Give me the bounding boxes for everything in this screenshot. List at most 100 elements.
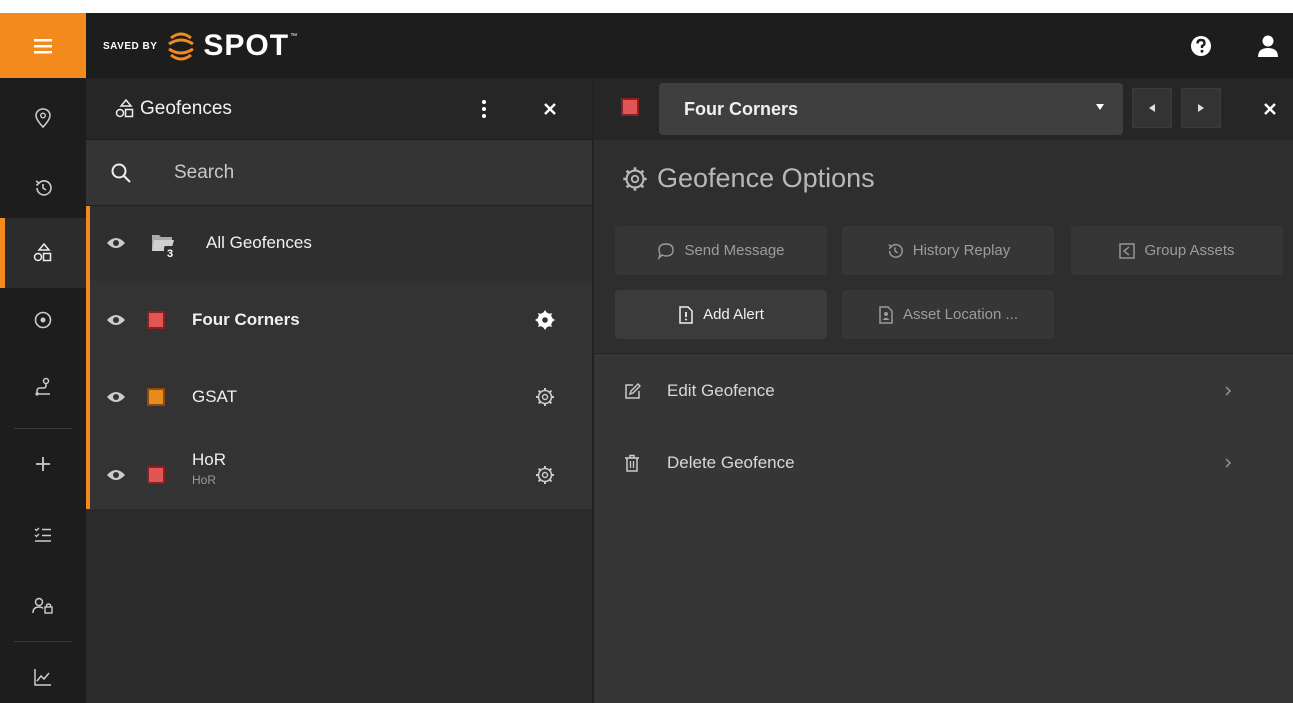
geofence-subtitle: HoR — [192, 473, 217, 487]
search-row — [86, 140, 592, 206]
geofence-shapes-icon — [33, 243, 52, 262]
button-label: History Replay — [912, 242, 1011, 259]
geofence-name: HoR — [192, 450, 227, 469]
folder-icon — [152, 235, 178, 260]
panel-title: Geofences — [115, 78, 232, 140]
options-title: Geofence Options — [622, 163, 875, 194]
group-assets-button[interactable]: Group Assets — [1071, 226, 1283, 275]
selected-color-swatch — [621, 98, 639, 116]
options-title-text: Geofence Options — [657, 163, 875, 193]
detail-header: Four Corners — [594, 78, 1293, 140]
checklist-icon — [34, 527, 51, 542]
more-options-button[interactable] — [466, 78, 502, 140]
route-icon — [35, 377, 50, 396]
rail-item-checklist[interactable] — [0, 500, 86, 570]
selection-accent — [86, 435, 90, 509]
chat-bubble-icon — [658, 242, 675, 260]
add-alert-button[interactable]: Add Alert — [615, 290, 827, 339]
rail-item-reports[interactable] — [0, 642, 86, 703]
history-replay-button[interactable]: History Replay — [842, 226, 1054, 275]
geofences-panel: Geofences Search 3 All Geofences Four Co… — [86, 78, 592, 703]
list-item-all-geofences[interactable]: 3 All Geofences — [86, 206, 592, 281]
top-bar: SAVED BY SPOT ™ — [0, 13, 1293, 78]
close-icon — [1264, 103, 1276, 115]
search-input[interactable] — [174, 154, 564, 192]
geofence-select-value: Four Corners — [684, 98, 799, 119]
selection-accent — [86, 359, 90, 435]
gear-icon[interactable] — [535, 465, 555, 485]
chart-icon — [34, 669, 51, 686]
brand-trademark: ™ — [290, 32, 298, 40]
geofence-select[interactable]: Four Corners — [659, 83, 1123, 135]
geofence-detail-panel: Four Corners Geofence Options Send Messa… — [592, 78, 1293, 703]
geofence-shapes-icon — [115, 99, 134, 118]
geofence-color-swatch — [147, 311, 165, 329]
list-item-geofence[interactable]: GSAT — [86, 359, 592, 435]
brand-name: SPOT — [203, 29, 290, 62]
asset-location-button[interactable]: Asset Location ... — [842, 290, 1054, 339]
eye-icon[interactable] — [106, 236, 126, 250]
rail-item-map[interactable] — [0, 83, 86, 153]
rail-item-history[interactable] — [0, 153, 86, 223]
asset-doc-icon — [879, 305, 893, 324]
geofences-panel-header: Geofences — [86, 78, 592, 140]
menu-button[interactable] — [0, 13, 86, 78]
rail-item-target[interactable] — [0, 285, 86, 355]
button-label: Group Assets — [1144, 242, 1235, 259]
users-lock-icon — [32, 597, 53, 614]
action-label: Edit Geofence — [667, 381, 775, 400]
brand-prefix: SAVED BY — [103, 40, 158, 52]
selection-accent — [86, 206, 90, 281]
trash-icon — [625, 454, 639, 472]
geofence-name: Four Corners — [192, 310, 300, 329]
folder-count: 3 — [167, 248, 174, 260]
list-item-geofence[interactable]: HoR HoR — [86, 435, 592, 509]
share-icon — [1119, 242, 1136, 259]
help-button[interactable] — [1181, 13, 1221, 78]
button-label: Add Alert — [703, 306, 764, 323]
rail-item-routes[interactable] — [0, 352, 86, 422]
app-root: SAVED BY SPOT ™ Geofences Search 3 All G… — [0, 0, 1293, 703]
list-item-label: All Geofences — [206, 233, 312, 252]
geofence-name: GSAT — [192, 387, 238, 406]
eye-icon[interactable] — [106, 468, 126, 482]
close-icon — [544, 103, 556, 115]
chevron-right-icon — [1225, 458, 1231, 468]
panel-title-text: Geofences — [140, 98, 232, 119]
history-icon — [35, 180, 52, 196]
close-detail-button[interactable] — [1252, 78, 1288, 140]
previous-button[interactable] — [1132, 88, 1172, 128]
gear-icon — [623, 166, 647, 191]
eye-icon[interactable] — [106, 390, 126, 404]
user-icon — [1258, 35, 1278, 57]
brand-logo: SAVED BY SPOT ™ — [103, 21, 297, 71]
list-item-geofence[interactable]: Four Corners — [86, 281, 592, 359]
close-panel-button[interactable] — [532, 78, 568, 140]
delete-geofence-row[interactable]: Delete Geofence — [594, 427, 1293, 499]
hamburger-icon — [34, 38, 52, 53]
rail-item-geofences[interactable] — [0, 218, 86, 288]
help-circle-icon — [1191, 35, 1211, 56]
chevron-right-icon — [1225, 386, 1231, 396]
gear-icon[interactable] — [535, 387, 555, 407]
geofence-color-swatch — [147, 388, 165, 406]
history-icon — [888, 243, 903, 258]
selection-accent — [86, 281, 90, 359]
actions-list: Edit Geofence Delete Geofence — [594, 353, 1293, 703]
gear-icon[interactable] — [535, 310, 555, 330]
left-rail — [0, 78, 86, 703]
target-icon — [34, 311, 52, 329]
send-message-button[interactable]: Send Message — [615, 226, 827, 275]
button-label: Send Message — [684, 242, 785, 259]
eye-icon[interactable] — [106, 313, 126, 327]
next-button[interactable] — [1181, 88, 1221, 128]
plus-icon — [36, 457, 50, 471]
caret-left-icon — [1149, 104, 1155, 112]
edit-geofence-row[interactable]: Edit Geofence — [594, 355, 1293, 427]
spot-logo-icon — [168, 32, 195, 61]
geofence-color-swatch — [147, 466, 165, 484]
rail-item-users[interactable] — [0, 571, 86, 641]
search-icon — [111, 163, 131, 183]
user-button[interactable] — [1248, 13, 1288, 78]
rail-item-add[interactable] — [0, 429, 86, 499]
